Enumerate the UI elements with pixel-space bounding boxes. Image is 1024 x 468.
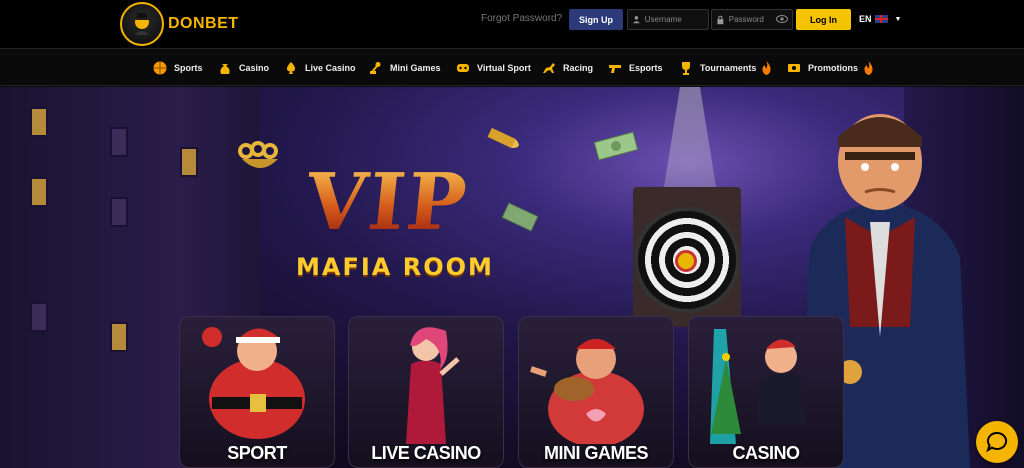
- nav-item-racing[interactable]: Racing: [541, 57, 593, 79]
- ticket-icon: [786, 60, 802, 76]
- nav-label: Esports: [629, 63, 663, 73]
- nav-label: Mini Games: [390, 63, 441, 73]
- money-bill-icon: [501, 202, 539, 232]
- window-illustration: [110, 127, 128, 157]
- nav-label: Casino: [239, 63, 270, 73]
- chat-bubble-icon: [986, 431, 1008, 453]
- money-bag-icon: [217, 60, 233, 76]
- lady-dealer-illustration: [406, 327, 460, 444]
- chef-illustration: [530, 339, 644, 444]
- trophy-icon: [678, 60, 694, 76]
- password-field[interactable]: [711, 9, 793, 30]
- hero-banner[interactable]: VIP MAFIA ROOM SPORT LIVE CASINO MINI GA…: [0, 87, 1024, 468]
- brass-knuckles-icon: [238, 141, 278, 168]
- joystick-icon: [368, 60, 384, 76]
- uk-flag-icon: [874, 15, 888, 23]
- category-label: SPORT: [227, 443, 287, 463]
- logo-text: DONBET: [168, 15, 239, 32]
- slot-player-illustration: [710, 329, 806, 444]
- user-icon: [633, 16, 640, 24]
- fire-icon: [762, 61, 771, 75]
- nav-item-sports[interactable]: Sports: [152, 57, 203, 79]
- nav-label: Racing: [563, 63, 594, 73]
- logo-badge-icon: [120, 2, 164, 46]
- nav-item-live-casino[interactable]: Live Casino: [283, 57, 356, 79]
- spade-icon: [283, 60, 299, 76]
- eye-icon[interactable]: [776, 14, 788, 24]
- forgot-password-link[interactable]: Forgot Password?: [481, 13, 562, 24]
- window-illustration: [180, 147, 198, 177]
- category-label: CASINO: [732, 443, 800, 463]
- basketball-icon: [152, 60, 168, 76]
- window-illustration: [30, 107, 48, 137]
- chevron-down-icon: ▼: [894, 15, 902, 23]
- nav-item-virtual-sport[interactable]: Virtual Sport: [455, 57, 531, 79]
- category-label: MINI GAMES: [543, 443, 649, 463]
- nav-label: Sports: [174, 63, 203, 73]
- gun-icon: [607, 60, 623, 76]
- nav-label: Promotions: [808, 63, 859, 73]
- window-illustration: [30, 302, 48, 332]
- bullet-icon: [487, 127, 519, 148]
- nav-label: Tournaments: [700, 63, 757, 73]
- username-field[interactable]: [627, 9, 709, 30]
- top-header: DONBET Forgot Password? Sign Up Log In E…: [0, 0, 1024, 48]
- category-card-casino[interactable]: CASINO: [688, 316, 844, 468]
- login-button[interactable]: Log In: [796, 9, 851, 30]
- money-bill-icon: [593, 131, 639, 161]
- category-card-live-casino[interactable]: LIVE CASINO: [348, 316, 504, 468]
- category-label: LIVE CASINO: [371, 443, 481, 463]
- logo[interactable]: DONBET: [120, 2, 239, 46]
- live-chat-button[interactable]: [976, 421, 1018, 463]
- lock-icon: [717, 15, 724, 24]
- hero-subtitle: MAFIA ROOM: [296, 253, 494, 281]
- nav-item-esports[interactable]: Esports: [607, 57, 663, 79]
- window-illustration: [110, 322, 128, 352]
- fire-icon: [864, 61, 873, 75]
- signup-button[interactable]: Sign Up: [569, 9, 623, 30]
- nav-item-mini-games[interactable]: Mini Games: [368, 57, 441, 79]
- window-illustration: [110, 197, 128, 227]
- nav-item-promotions[interactable]: Promotions: [786, 57, 874, 79]
- santa-illustration: [202, 327, 305, 439]
- username-input[interactable]: [644, 15, 708, 24]
- horse-icon: [541, 60, 557, 76]
- category-card-mini-games[interactable]: MINI GAMES: [518, 316, 674, 468]
- language-selector[interactable]: EN ▼: [859, 14, 901, 24]
- category-card-sport[interactable]: SPORT: [179, 316, 335, 468]
- nav-item-tournaments[interactable]: Tournaments: [678, 57, 772, 79]
- gamepad-icon: [455, 60, 471, 76]
- nav-label: Live Casino: [305, 63, 356, 73]
- bullseye-icon: [675, 250, 697, 272]
- nav-label: Virtual Sport: [477, 63, 531, 73]
- window-illustration: [30, 177, 48, 207]
- nav-item-casino[interactable]: Casino: [217, 57, 269, 79]
- main-nav: Sports Casino Live Casino Mini Games Vir…: [0, 48, 1024, 86]
- hero-title: VIP: [301, 157, 473, 248]
- language-label: EN: [859, 14, 872, 24]
